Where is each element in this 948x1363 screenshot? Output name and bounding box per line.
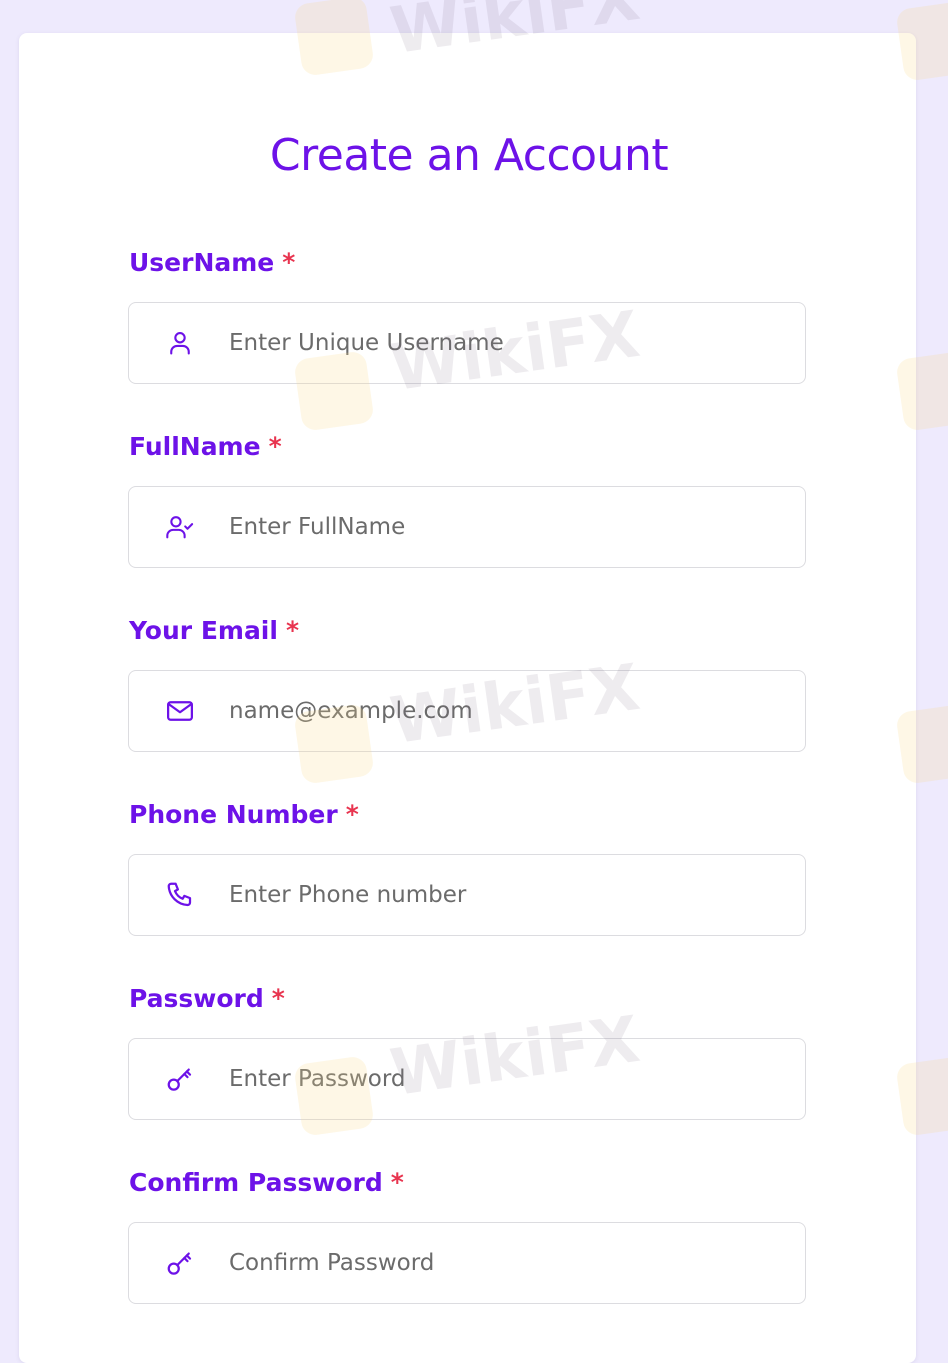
username-field[interactable]: [128, 302, 806, 384]
fullname-label-text: FullName: [129, 432, 261, 461]
phone-label: Phone Number *: [129, 800, 359, 829]
confirm-password-label-text: Confirm Password: [129, 1168, 383, 1197]
mail-icon: [163, 694, 197, 728]
confirm-password-label: Confirm Password *: [129, 1168, 404, 1197]
fullname-label: FullName *: [129, 432, 282, 461]
confirm-password-field[interactable]: [128, 1222, 806, 1304]
page-title: Create an Account: [269, 130, 669, 181]
password-field[interactable]: [128, 1038, 806, 1120]
email-input[interactable]: [227, 680, 791, 742]
phone-field[interactable]: [128, 854, 806, 936]
password-label: Password *: [129, 984, 285, 1013]
required-marker: *: [345, 800, 359, 829]
password-label-text: Password: [129, 984, 264, 1013]
confirm-password-input[interactable]: [227, 1232, 791, 1294]
fullname-field[interactable]: [128, 486, 806, 568]
email-label-text: Your Email: [129, 616, 278, 645]
required-marker: *: [282, 248, 296, 277]
key-icon: [163, 1062, 197, 1096]
user-icon: [163, 326, 197, 360]
password-input[interactable]: [227, 1048, 791, 1110]
username-input[interactable]: [227, 312, 791, 374]
phone-input[interactable]: [227, 864, 791, 926]
key-icon: [163, 1246, 197, 1280]
required-marker: *: [268, 432, 282, 461]
fullname-input[interactable]: [227, 496, 791, 558]
email-label: Your Email *: [129, 616, 299, 645]
email-field[interactable]: [128, 670, 806, 752]
username-label-text: UserName: [129, 248, 275, 277]
required-marker: *: [271, 984, 285, 1013]
required-marker: *: [285, 616, 300, 645]
phone-label-text: Phone Number: [129, 800, 338, 829]
username-label: UserName *: [129, 248, 295, 277]
phone-icon: [163, 878, 197, 912]
required-marker: *: [390, 1168, 404, 1197]
user-check-icon: [163, 510, 197, 544]
